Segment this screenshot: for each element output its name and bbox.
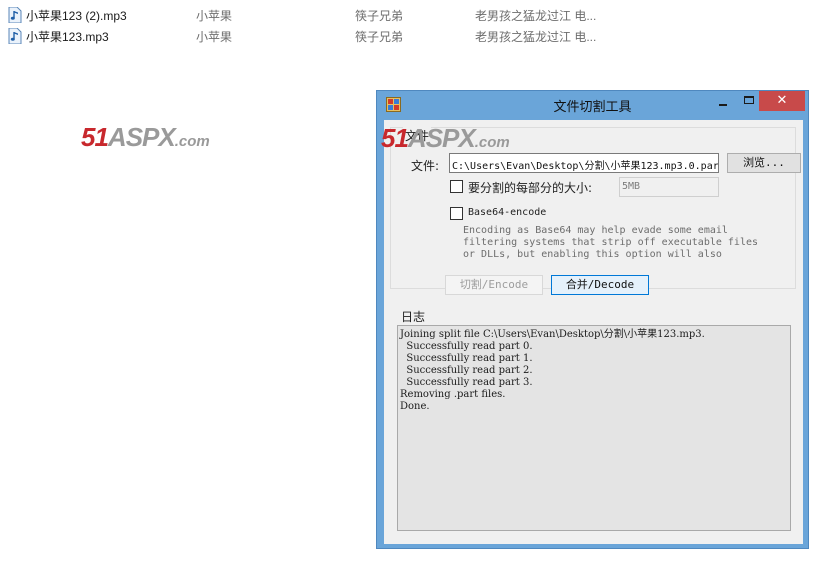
file-title: 老男孩之猛龙过江 电...: [475, 30, 597, 44]
split-size-label: 要分割的每部分的大小:: [468, 181, 593, 195]
minimize-icon: [719, 104, 727, 106]
file-name: 小苹果123.mp3: [26, 30, 109, 44]
file-album: 小苹果: [196, 30, 233, 44]
log-output[interactable]: Joining split file C:\Users\Evan\Desktop…: [397, 325, 791, 531]
log-line: Done.: [400, 401, 430, 412]
log-line: Successfully read part 2.: [400, 365, 533, 376]
decode-button[interactable]: 合并/Decode: [551, 275, 649, 295]
watermark-logo: 51ASPX.com: [81, 122, 210, 152]
encode-button[interactable]: 切割/Encode: [445, 275, 543, 295]
minimize-button[interactable]: [710, 91, 736, 111]
close-icon: ✕: [776, 93, 788, 108]
base64-label: Base64-encode: [468, 207, 547, 218]
watermark-logo: 51ASPX.com: [381, 123, 510, 153]
log-line: Joining split file C:\Users\Evan\Desktop…: [400, 329, 705, 340]
log-line: Successfully read part 0.: [400, 341, 533, 352]
file-row[interactable]: 小苹果123.mp3 小苹果 筷子兄弟 老男孩之猛龙过江 电...: [0, 25, 620, 46]
audio-file-icon: [8, 7, 22, 23]
file-artist: 筷子兄弟: [355, 9, 404, 23]
base64-description: Encoding as Base64 may help evade some e…: [463, 225, 773, 261]
log-label: 日志: [401, 310, 426, 324]
description-line: filtering systems that strip off executa…: [463, 237, 759, 248]
file-label: 文件:: [411, 159, 440, 173]
log-line: Removing .part files.: [400, 389, 506, 400]
app-window: 文件切割工具 ✕ 文件 文件: C:\Users\Evan\Desktop\分割…: [376, 90, 809, 549]
window-client: 文件 文件: C:\Users\Evan\Desktop\分割\小苹果123.m…: [381, 120, 803, 544]
maximize-icon: [744, 96, 754, 104]
browse-button[interactable]: 浏览...: [727, 153, 801, 173]
file-artist: 筷子兄弟: [355, 30, 404, 44]
file-title: 老男孩之猛龙过江 电...: [475, 9, 597, 23]
description-line: or DLLs, but enabling this option will a…: [463, 249, 722, 260]
base64-checkbox[interactable]: [450, 207, 463, 220]
audio-file-icon: [8, 28, 22, 44]
close-button[interactable]: ✕: [759, 91, 805, 111]
file-name: 小苹果123 (2).mp3: [26, 9, 127, 23]
log-line: Successfully read part 1.: [400, 353, 533, 364]
log-line: Successfully read part 3.: [400, 377, 533, 388]
split-size-checkbox[interactable]: [450, 180, 463, 193]
description-line: Encoding as Base64 may help evade some e…: [463, 225, 728, 236]
file-path-field[interactable]: C:\Users\Evan\Desktop\分割\小苹果123.mp3.0.pa…: [449, 153, 719, 173]
title-bar[interactable]: 文件切割工具 ✕: [377, 91, 808, 118]
file-row[interactable]: 小苹果123 (2).mp3 小苹果 筷子兄弟 老男孩之猛龙过江 电...: [0, 4, 620, 25]
file-album: 小苹果: [196, 9, 233, 23]
split-size-input[interactable]: 5MB: [619, 177, 719, 197]
